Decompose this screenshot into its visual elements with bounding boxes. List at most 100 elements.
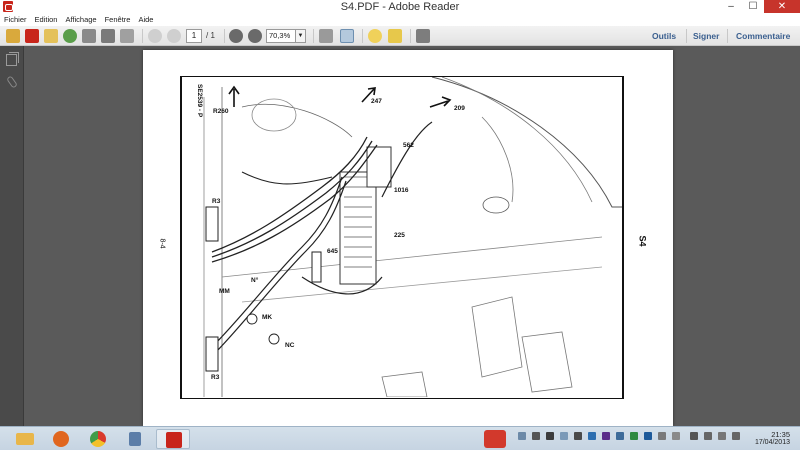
tray-battery-icon[interactable] — [690, 432, 698, 440]
print-icon[interactable] — [101, 29, 115, 43]
tray-display-icon[interactable] — [560, 432, 568, 440]
connector-mk — [246, 313, 258, 325]
tray-keyboard-icon[interactable] — [574, 432, 582, 440]
highlight-icon[interactable] — [388, 29, 402, 43]
taskbar-firefox[interactable] — [45, 429, 79, 449]
tray-network-icon[interactable] — [518, 432, 526, 440]
cloud-upload-icon[interactable] — [63, 29, 77, 43]
sticky-note-icon[interactable] — [368, 29, 382, 43]
tray-tool-icon[interactable] — [532, 432, 540, 440]
reference-code: SE2539 - P — [196, 84, 203, 118]
tray-wifi-icon[interactable] — [704, 432, 712, 440]
label-mm: MM — [219, 288, 230, 295]
menu-edition[interactable]: Edition — [35, 15, 58, 24]
page-thumbnails-icon[interactable] — [6, 52, 19, 66]
tray-cloud-icon[interactable] — [616, 432, 624, 440]
tray-sync-icon[interactable] — [630, 432, 638, 440]
taskbar-chrome[interactable] — [82, 429, 116, 449]
label-r3-bottom: R3 — [211, 374, 220, 381]
label-1016: 1016 — [394, 187, 409, 194]
toolbar-divider — [362, 29, 363, 43]
tray-volume-icon[interactable] — [718, 432, 726, 440]
zoom-dropdown-icon[interactable]: ▼ — [296, 29, 306, 43]
harness-r260 — [241, 171, 333, 185]
combine-files-icon[interactable] — [25, 29, 39, 43]
toolbar-divider — [313, 29, 314, 43]
pedal-2 — [521, 331, 573, 393]
clock-date[interactable]: 17/04/2013 — [755, 439, 790, 446]
steering-hub — [482, 196, 510, 214]
clock-time[interactable]: 21:35 — [771, 430, 790, 439]
arrow-209 — [429, 96, 452, 108]
tray-shield-icon[interactable] — [588, 432, 596, 440]
expand-icon[interactable] — [416, 29, 430, 43]
label-r3-top: R3 — [212, 198, 221, 205]
toolbar: 1 / 1 70,3% ▼ Outils Signer Commentaire — [0, 26, 800, 46]
label-562: 562 — [403, 142, 414, 149]
tray-print-icon[interactable] — [672, 432, 680, 440]
zoom-in-icon[interactable] — [248, 29, 262, 43]
tray-app2-icon[interactable] — [644, 432, 652, 440]
maximize-button[interactable]: ☐ — [742, 0, 764, 13]
zoom-out-icon[interactable] — [229, 29, 243, 43]
taskbar-file-explorer[interactable] — [8, 429, 42, 449]
page-number-input[interactable]: 1 — [186, 29, 202, 43]
toolbar-divider — [142, 29, 143, 43]
toolbar-divider — [410, 29, 411, 43]
open-folder-icon[interactable] — [44, 29, 58, 43]
connector-nc — [268, 333, 280, 345]
menu-fichier[interactable]: Fichier — [4, 15, 27, 24]
tray-app-icon[interactable] — [484, 430, 506, 448]
arrow-r260 — [228, 85, 240, 107]
label-n-deg: N° — [251, 277, 259, 284]
tray-language-icon[interactable] — [732, 432, 740, 440]
floor-edge — [241, 266, 603, 303]
tray-bluetooth-icon[interactable] — [602, 432, 610, 440]
label-nc: NC — [285, 342, 295, 349]
previous-page-icon[interactable] — [148, 29, 162, 43]
menu-affichage[interactable]: Affichage — [65, 15, 96, 24]
fit-width-icon[interactable] — [319, 29, 333, 43]
chrome-icon — [90, 431, 106, 447]
tray-flag-icon[interactable] — [658, 432, 666, 440]
harness-lower-2 — [215, 180, 347, 353]
label-mk: MK — [262, 314, 273, 321]
pdf-page: 8-4 S4 SE2539 - P R260 247 209 562 1016 … — [143, 50, 673, 426]
pedal-1 — [471, 296, 523, 378]
close-button[interactable]: ✕ — [764, 0, 800, 13]
label-r260: R260 — [213, 108, 229, 115]
minimize-button[interactable]: – — [720, 0, 742, 13]
adobe-reader-taskbar-icon — [166, 432, 182, 448]
document-viewport[interactable]: 8-4 S4 SE2539 - P R260 247 209 562 1016 … — [24, 46, 800, 426]
next-page-icon[interactable] — [167, 29, 181, 43]
connector-645 — [311, 251, 322, 283]
firefox-icon — [53, 431, 69, 447]
menu-aide[interactable]: Aide — [138, 15, 153, 24]
taskbar-java[interactable] — [119, 429, 153, 449]
menu-fenetre[interactable]: Fenêtre — [105, 15, 131, 24]
page-side-left-number: 8-4 — [158, 238, 166, 249]
navigation-panel — [0, 46, 24, 426]
save-icon[interactable] — [82, 29, 96, 43]
window-title: S4.PDF - Adobe Reader — [340, 1, 460, 13]
tray-usb-icon[interactable] — [546, 432, 554, 440]
commentaire-button[interactable]: Commentaire — [736, 31, 790, 41]
harness-lower-1 — [211, 176, 343, 348]
toolbar-divider — [727, 29, 728, 43]
create-pdf-icon[interactable] — [6, 29, 20, 43]
steering-wheel-outline — [431, 77, 622, 208]
attachments-icon[interactable] — [6, 75, 18, 89]
fit-page-icon[interactable] — [340, 29, 354, 43]
title-bar: S4.PDF - Adobe Reader – ☐ ✕ — [0, 0, 800, 13]
label-247: 247 — [371, 98, 382, 105]
zoom-level-input[interactable]: 70,3% — [266, 29, 296, 43]
taskbar-adobe-reader[interactable] — [156, 429, 190, 449]
label-225: 225 — [394, 232, 405, 239]
toolbar-divider — [224, 29, 225, 43]
outils-button[interactable]: Outils — [652, 31, 676, 41]
signer-button[interactable]: Signer — [693, 31, 719, 41]
toolbar-divider — [686, 29, 687, 43]
gauge-outline — [251, 98, 297, 132]
window-controls: – ☐ ✕ — [720, 0, 800, 13]
email-icon[interactable] — [120, 29, 134, 43]
